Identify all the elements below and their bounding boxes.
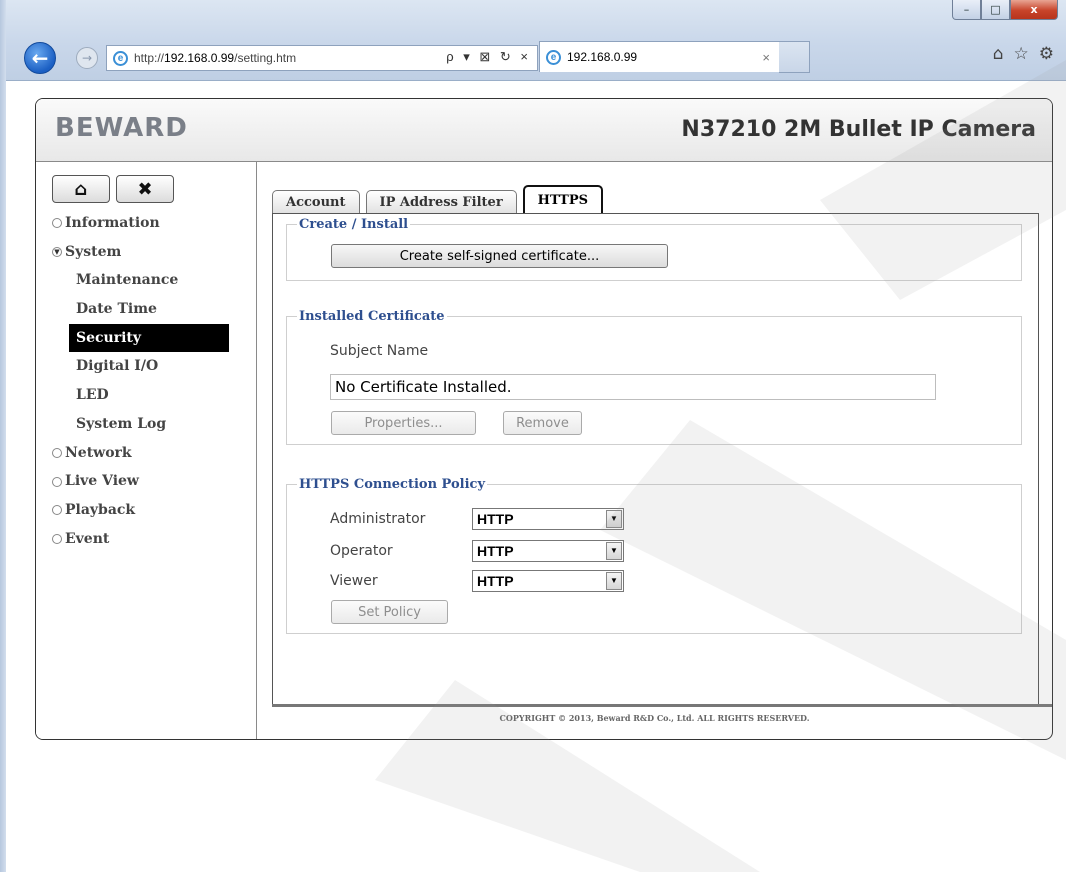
operator-label: Operator <box>330 543 393 559</box>
footer-divider <box>272 704 1052 707</box>
new-tab-button[interactable] <box>779 41 810 73</box>
sidebar-item-led[interactable]: LED <box>52 381 232 410</box>
sidebar-item-digital-io[interactable]: Digital I/O <box>52 352 232 381</box>
administrator-policy-select[interactable]: HTTP ▼ <box>472 508 624 530</box>
tools-icon: ✖ <box>137 178 153 200</box>
collapsed-bullet-icon <box>52 505 62 516</box>
sidebar-item-label: Live View <box>65 473 139 490</box>
star-icon[interactable]: ☆ <box>1014 44 1029 64</box>
viewer-label: Viewer <box>330 573 378 589</box>
dropdown-arrow-icon: ▼ <box>606 542 622 560</box>
minimize-button[interactable]: – <box>952 0 981 20</box>
sidebar-item-information[interactable]: Information <box>52 209 232 238</box>
sidebar-item-live-view[interactable]: Live View <box>52 467 232 496</box>
url-path: /setting.htm <box>234 51 297 65</box>
page-header: BEWARD N37210 2M Bullet IP Camera <box>36 99 1052 162</box>
expanded-bullet-icon: ▼ <box>52 247 62 258</box>
settings-button[interactable]: ✖ <box>116 175 174 203</box>
settings-tabs: Account IP Address Filter HTTPS <box>272 185 609 214</box>
window-border <box>0 0 6 872</box>
remove-button[interactable]: Remove <box>503 411 582 435</box>
sidebar-item-system[interactable]: ▼ System <box>52 238 232 267</box>
tab-account[interactable]: Account <box>272 190 360 213</box>
create-install-legend: Create / Install <box>299 217 409 232</box>
sidebar-item-date-time[interactable]: Date Time <box>52 295 232 324</box>
close-window-button[interactable]: x <box>1010 0 1058 20</box>
sidebar-menu: Information ▼ System Maintenance Date Tim… <box>52 209 232 553</box>
https-policy-legend: HTTPS Connection Policy <box>299 477 485 492</box>
tab-title: 192.168.0.99 <box>567 50 638 64</box>
sidebar: ⌂ ✖ Information ▼ System Maintenance Date… <box>36 162 257 739</box>
create-certificate-button[interactable]: Create self-signed certificate... <box>331 244 668 268</box>
window-controls: – □ x <box>952 0 1058 20</box>
url-prefix: http:// <box>134 51 165 65</box>
arrow-right-icon: → <box>81 51 93 65</box>
select-value: HTTP <box>477 543 514 559</box>
collapsed-bullet-icon <box>52 447 62 458</box>
collapsed-bullet-icon <box>52 533 62 544</box>
administrator-label: Administrator <box>330 511 426 527</box>
sidebar-item-system-log[interactable]: System Log <box>52 410 232 439</box>
url-host: 192.168.0.99 <box>164 51 235 65</box>
ie-logo-icon: e <box>546 49 561 65</box>
camera-model-title: N37210 2M Bullet IP Camera <box>681 117 1036 142</box>
maximize-button[interactable]: □ <box>981 0 1010 20</box>
operator-policy-select[interactable]: HTTP ▼ <box>472 540 624 562</box>
sidebar-item-network[interactable]: Network <box>52 439 232 468</box>
https-panel: Create / Install Create self-signed cert… <box>272 213 1039 705</box>
home-icon: ⌂ <box>74 178 88 200</box>
top-icon-bar: ⌂ ✖ <box>52 175 174 203</box>
sidebar-item-label: System <box>65 243 122 260</box>
browser-nav-icons: ⌂ ☆ ⚙ <box>993 44 1054 64</box>
properties-button[interactable]: Properties... <box>331 411 476 435</box>
viewer-policy-select[interactable]: HTTP ▼ <box>472 570 624 592</box>
collapsed-bullet-icon <box>52 476 62 487</box>
collapsed-bullet-icon <box>52 218 62 229</box>
browser-tab[interactable]: e 192.168.0.99 × <box>539 41 781 72</box>
main-content: Account IP Address Filter HTTPS Create /… <box>257 162 1052 739</box>
browser-window: – □ x ← → e http://192.168.0.99/setting.… <box>0 0 1066 872</box>
select-value: HTTP <box>477 511 514 527</box>
sidebar-item-label: Network <box>65 444 132 461</box>
tab-https[interactable]: HTTPS <box>522 185 604 214</box>
sidebar-item-label: Information <box>65 215 160 231</box>
select-value: HTTP <box>477 573 514 589</box>
address-bar[interactable]: e http://192.168.0.99/setting.htm ρ ▾ ⊠ … <box>106 45 538 71</box>
sidebar-item-maintenance[interactable]: Maintenance <box>52 266 232 295</box>
gear-icon[interactable]: ⚙ <box>1039 44 1054 64</box>
back-button[interactable]: ← <box>24 42 56 74</box>
home-button[interactable]: ⌂ <box>52 175 110 203</box>
sidebar-item-security[interactable]: Security <box>69 323 229 353</box>
tab-ip-address-filter[interactable]: IP Address Filter <box>365 190 517 213</box>
installed-certificate-legend: Installed Certificate <box>299 309 445 324</box>
sidebar-item-playback[interactable]: Playback <box>52 496 232 525</box>
subject-name-field: No Certificate Installed. <box>330 374 936 400</box>
copyright-footer: COPYRIGHT © 2013, Beward R&D Co., Ltd. A… <box>499 713 810 723</box>
dropdown-arrow-icon: ▼ <box>606 510 622 528</box>
home-icon[interactable]: ⌂ <box>993 44 1004 64</box>
address-bar-tools[interactable]: ρ ▾ ⊠ ↻ × <box>446 49 531 65</box>
sidebar-item-label: Playback <box>65 501 136 518</box>
dropdown-arrow-icon: ▼ <box>606 572 622 590</box>
ie-logo-icon: e <box>113 50 128 66</box>
subject-name-label: Subject Name <box>330 343 429 359</box>
sidebar-item-event[interactable]: Event <box>52 525 232 554</box>
camera-web-page: BEWARD N37210 2M Bullet IP Camera ⌂ ✖ In… <box>35 98 1053 740</box>
forward-button[interactable]: → <box>76 47 98 69</box>
set-policy-button[interactable]: Set Policy <box>331 600 448 624</box>
arrow-left-icon: ← <box>31 46 49 70</box>
tab-close-icon[interactable]: × <box>762 50 770 65</box>
sidebar-item-label: Event <box>65 530 110 547</box>
beward-logo: BEWARD <box>55 113 188 143</box>
browser-toolbar: – □ x ← → e http://192.168.0.99/setting.… <box>0 0 1066 81</box>
